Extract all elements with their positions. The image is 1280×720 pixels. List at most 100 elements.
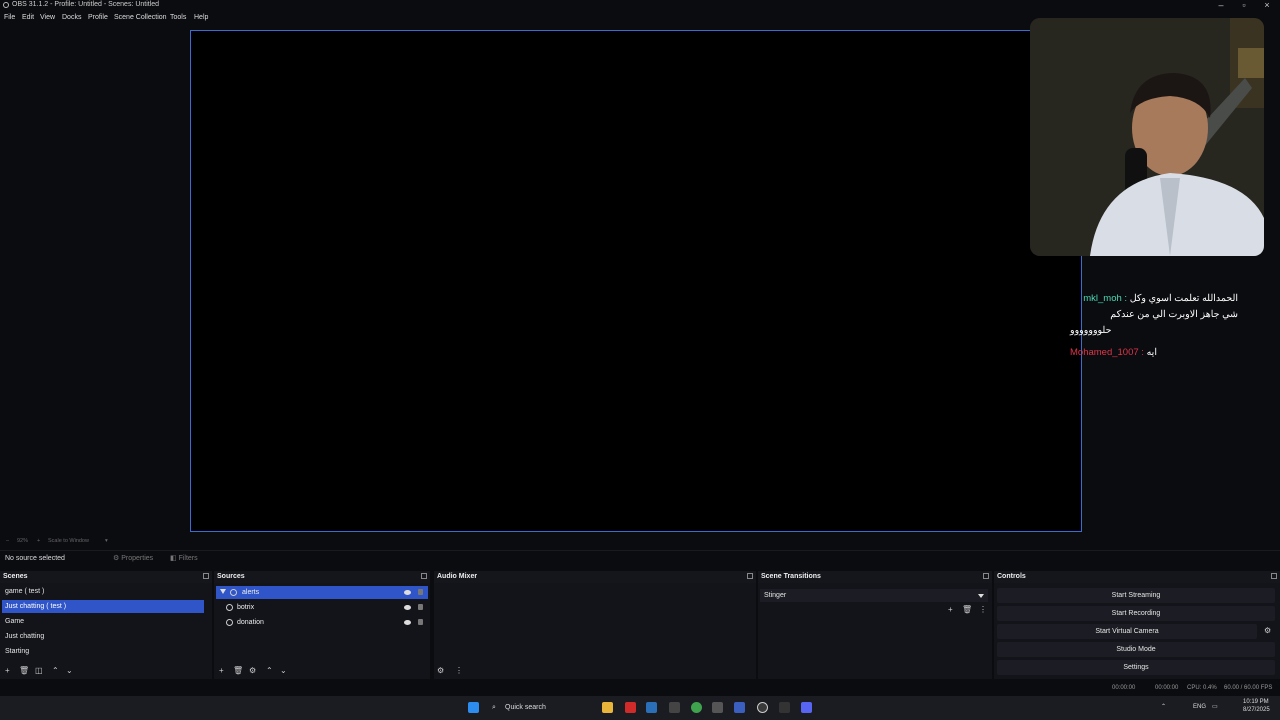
- scenes-header: Scenes: [0, 571, 212, 583]
- discord-icon[interactable]: [801, 702, 812, 713]
- controls-title: Controls: [997, 573, 1026, 580]
- source-label: donation: [237, 619, 264, 626]
- start-recording-button[interactable]: Start Recording: [997, 606, 1275, 621]
- properties-label: Properties: [121, 555, 154, 562]
- virtual-camera-settings-icon[interactable]: ⚙: [1264, 626, 1271, 635]
- menu-tools[interactable]: Tools: [170, 14, 186, 21]
- scene-transitions-title: Scene Transitions: [761, 573, 821, 580]
- add-source-icon[interactable]: +: [219, 666, 224, 675]
- taskbar-time[interactable]: 10:19 PM: [1243, 699, 1269, 705]
- zoom-out-icon[interactable]: –: [6, 538, 9, 544]
- chat-username: mkl_moh :: [1083, 293, 1128, 304]
- expand-arrow-icon[interactable]: [220, 589, 226, 594]
- browser-source-icon: [226, 604, 233, 611]
- start-virtual-camera-button[interactable]: Start Virtual Camera: [997, 624, 1257, 639]
- taskbar-search-label: Quick search: [505, 704, 546, 711]
- move-up-icon[interactable]: ⌃: [266, 666, 273, 675]
- dock-float-icon[interactable]: [983, 573, 989, 579]
- scene-item[interactable]: game ( test ): [2, 585, 204, 598]
- app-icon-gray[interactable]: [712, 702, 723, 713]
- language-indicator[interactable]: ENG: [1193, 704, 1206, 710]
- audio-menu-icon[interactable]: ⋮: [455, 666, 463, 675]
- taskbar-search[interactable]: ⌕ Quick search: [487, 700, 587, 715]
- menu-file[interactable]: File: [4, 14, 15, 21]
- remove-scene-icon[interactable]: 🗑: [19, 666, 29, 675]
- tray-network-icon[interactable]: ▭: [1212, 703, 1218, 710]
- lock-icon[interactable]: [418, 589, 423, 595]
- filters-button[interactable]: ◧ Filters: [170, 554, 198, 562]
- source-properties-icon[interactable]: ⚙: [249, 666, 256, 675]
- move-down-icon[interactable]: ⌄: [280, 666, 287, 675]
- advanced-audio-icon[interactable]: ⚙: [437, 666, 444, 675]
- app-icon-dark[interactable]: [669, 702, 680, 713]
- file-explorer-icon[interactable]: [602, 702, 613, 713]
- scene-item[interactable]: Game: [2, 615, 204, 628]
- fps-readout: 60.00 / 60.00 FPS: [1224, 685, 1273, 691]
- transition-select[interactable]: Stinger: [760, 589, 988, 602]
- taskbar-date[interactable]: 8/27/2025: [1243, 707, 1270, 713]
- obs-taskbar-icon[interactable]: [757, 702, 768, 713]
- close-icon[interactable]: ×: [1256, 0, 1278, 10]
- menu-view[interactable]: View: [40, 14, 55, 21]
- scene-item-selected[interactable]: Just chatting ( test ): [2, 600, 204, 613]
- maximize-icon[interactable]: ▫: [1233, 0, 1255, 10]
- visibility-eye-icon[interactable]: [404, 590, 411, 595]
- browser-source-icon: [226, 619, 233, 626]
- source-label: alerts: [242, 589, 260, 596]
- scene-item[interactable]: Starting: [2, 645, 204, 658]
- move-up-icon[interactable]: ⌃: [52, 666, 59, 675]
- tray-chevron-icon[interactable]: ⌃: [1161, 703, 1166, 710]
- source-item[interactable]: botrix: [216, 601, 428, 614]
- cpu-usage: CPU: 0.4%: [1187, 685, 1217, 691]
- remove-source-icon[interactable]: 🗑: [233, 666, 243, 675]
- dock-float-icon[interactable]: [203, 573, 209, 579]
- dock-float-icon[interactable]: [1271, 573, 1277, 579]
- zoom-percent: 92%: [17, 538, 29, 544]
- status-bar: 00:00:00 00:00:00 CPU: 0.4% 60.00 / 60.0…: [0, 682, 1280, 696]
- add-transition-icon[interactable]: +: [948, 605, 953, 614]
- terminal-icon[interactable]: [779, 702, 790, 713]
- start-streaming-button[interactable]: Start Streaming: [997, 588, 1275, 603]
- preview-canvas[interactable]: [190, 30, 1082, 532]
- menu-scene-collection[interactable]: Scene Collection: [114, 14, 167, 21]
- search-icon: ⌕: [492, 704, 496, 711]
- dock-float-icon[interactable]: [421, 573, 427, 579]
- audio-mixer-title: Audio Mixer: [437, 573, 478, 580]
- menu-profile[interactable]: Profile: [88, 14, 108, 21]
- source-item[interactable]: donation: [216, 616, 428, 629]
- source-item-selected[interactable]: alerts: [216, 586, 428, 599]
- app-icon-blue[interactable]: [734, 702, 745, 713]
- app-icon-red[interactable]: [625, 702, 636, 713]
- scale-to-window[interactable]: Scale to Window: [48, 538, 89, 544]
- chrome-icon[interactable]: [691, 702, 702, 713]
- steam-icon[interactable]: [646, 702, 657, 713]
- scene-item[interactable]: Just chatting: [2, 630, 204, 643]
- sources-title: Sources: [217, 573, 245, 580]
- remove-transition-icon[interactable]: 🗑: [962, 605, 972, 614]
- properties-button[interactable]: ⚙ Properties: [113, 554, 153, 562]
- studio-mode-button[interactable]: Studio Mode: [997, 642, 1275, 657]
- add-scene-icon[interactable]: +: [5, 666, 10, 675]
- minimize-icon[interactable]: –: [1210, 0, 1232, 10]
- chat-overlay: mkl_moh : الحمدالله تعلمت اسوي وكل شي جا…: [1066, 287, 1246, 367]
- menu-edit[interactable]: Edit: [22, 14, 34, 21]
- menu-docks[interactable]: Docks: [62, 14, 81, 21]
- windows-taskbar: [0, 696, 1280, 720]
- lock-icon[interactable]: [418, 619, 423, 625]
- lock-icon[interactable]: [418, 604, 423, 610]
- visibility-eye-icon[interactable]: [404, 605, 411, 610]
- controls-header: Controls: [994, 571, 1280, 583]
- dock-float-icon[interactable]: [747, 573, 753, 579]
- settings-button[interactable]: Settings: [997, 660, 1275, 675]
- transition-menu-icon[interactable]: ⋮: [979, 605, 987, 614]
- window-title: OBS 31.1.2 - Profile: Untitled - Scenes:…: [12, 1, 160, 8]
- scene-filters-icon[interactable]: ◫: [35, 666, 43, 675]
- filters-label: Filters: [178, 555, 198, 562]
- menu-help[interactable]: Help: [194, 14, 208, 21]
- scale-dropdown-icon[interactable]: ▾: [105, 538, 108, 544]
- chat-message-2: Mohamed_1007 : ايه: [1070, 347, 1157, 358]
- move-down-icon[interactable]: ⌄: [66, 666, 73, 675]
- visibility-eye-icon[interactable]: [404, 620, 411, 625]
- zoom-in-icon[interactable]: +: [37, 538, 40, 544]
- windows-start-icon[interactable]: [468, 702, 479, 713]
